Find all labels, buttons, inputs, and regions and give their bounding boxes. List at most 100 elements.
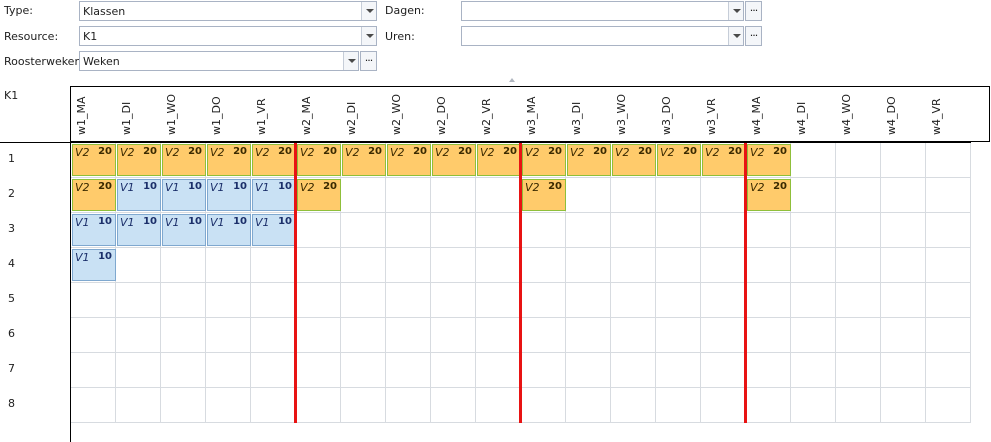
splitter-up-arrow-icon[interactable] <box>509 78 515 82</box>
lesson-name: V1 <box>165 181 180 194</box>
resource-select[interactable]: K1 <box>79 26 377 46</box>
lesson-name: V1 <box>75 216 90 229</box>
lesson-block[interactable]: V2 20 <box>342 144 386 176</box>
lesson-block[interactable]: V1 10 <box>207 179 251 211</box>
lesson-count: 10 <box>143 181 157 192</box>
lesson-count: 20 <box>413 146 427 157</box>
lesson-block[interactable]: V2 20 <box>252 144 296 176</box>
lesson-block[interactable]: V2 20 <box>432 144 476 176</box>
dagen-select[interactable]: ... <box>461 1 762 21</box>
lesson-block[interactable]: V1 10 <box>252 214 296 246</box>
row-header-8: 8 <box>8 397 15 410</box>
chevron-down-icon[interactable] <box>361 2 376 20</box>
column-header-w4_di: w4_DI <box>791 87 836 141</box>
lesson-block[interactable]: V1 10 <box>117 214 161 246</box>
lesson-block[interactable]: V2 20 <box>567 144 611 176</box>
chevron-down-icon[interactable] <box>728 27 743 45</box>
lesson-block[interactable]: V2 20 <box>387 144 431 176</box>
lesson-block[interactable]: V2 20 <box>117 144 161 176</box>
lesson-count: 20 <box>728 146 742 157</box>
schedule-grid[interactable]: V2 20 V2 20 V2 20 V2 20 V2 20 V2 20 V2 20 V2 20 V2 20 V2 20… <box>71 142 971 423</box>
lesson-block[interactable]: V2 20 <box>747 179 791 211</box>
grid-column-line <box>430 143 431 423</box>
lesson-count: 10 <box>188 181 202 192</box>
lesson-block[interactable]: V2 20 <box>477 144 521 176</box>
lesson-block[interactable]: V1 10 <box>117 179 161 211</box>
week-separator <box>744 143 747 423</box>
column-header-w4_ma: w4_MA <box>746 87 791 141</box>
grid-column-line <box>700 143 701 423</box>
lesson-count: 20 <box>323 146 337 157</box>
lesson-name: V1 <box>210 181 225 194</box>
lesson-name: V2 <box>705 146 720 159</box>
lesson-block[interactable]: V2 20 <box>657 144 701 176</box>
column-header-label: w4_WO <box>840 93 853 135</box>
column-header-w1_vr: w1_VR <box>251 87 296 141</box>
lesson-block[interactable]: V2 20 <box>747 144 791 176</box>
lesson-name: V1 <box>75 251 90 264</box>
lesson-block[interactable]: V1 10 <box>162 214 206 246</box>
lesson-count: 20 <box>143 146 157 157</box>
column-header-label: w4_DI <box>795 101 808 135</box>
grid-column-line <box>970 143 971 423</box>
lesson-block[interactable]: V2 20 <box>207 144 251 176</box>
grid-column-line <box>880 143 881 423</box>
column-header-label: w2_DI <box>345 101 358 135</box>
uren-more-button[interactable]: ... <box>745 26 762 46</box>
lesson-count: 10 <box>233 181 247 192</box>
roosterweken-label: Roosterweken: <box>4 55 86 68</box>
lesson-name: V2 <box>255 146 270 159</box>
lesson-block[interactable]: V1 10 <box>207 214 251 246</box>
lesson-block[interactable]: V1 10 <box>72 249 116 281</box>
column-header-label: w3_VR <box>705 98 718 135</box>
row-header-2: 2 <box>8 187 15 200</box>
chevron-down-icon[interactable] <box>343 52 358 70</box>
resource-label: Resource: <box>4 30 59 43</box>
lesson-count: 10 <box>188 216 202 227</box>
lesson-count: 20 <box>683 146 697 157</box>
lesson-block[interactable]: V2 20 <box>162 144 206 176</box>
lesson-block[interactable]: V2 20 <box>297 179 341 211</box>
lesson-name: V2 <box>525 146 540 159</box>
uren-label: Uren: <box>385 30 415 43</box>
lesson-block[interactable]: V2 20 <box>702 144 746 176</box>
lesson-name: V2 <box>390 146 405 159</box>
lesson-block[interactable]: V1 10 <box>72 214 116 246</box>
resource-title: K1 <box>4 89 19 102</box>
lesson-name: V2 <box>75 146 90 159</box>
lesson-block[interactable]: V2 20 <box>297 144 341 176</box>
lesson-name: V2 <box>750 146 765 159</box>
lesson-block[interactable]: V2 20 <box>612 144 656 176</box>
lesson-name: V2 <box>345 146 360 159</box>
roosterweken-more-button[interactable]: ... <box>360 51 377 71</box>
lesson-name: V1 <box>120 181 135 194</box>
chevron-down-icon[interactable] <box>728 2 743 20</box>
column-header-label: w2_MA <box>300 96 313 135</box>
lesson-block[interactable]: V2 20 <box>72 144 116 176</box>
lesson-block[interactable]: V2 20 <box>72 179 116 211</box>
lesson-count: 10 <box>98 216 112 227</box>
lesson-name: V1 <box>255 216 270 229</box>
lesson-name: V2 <box>615 146 630 159</box>
type-select[interactable]: Klassen <box>79 1 377 21</box>
lesson-name: V2 <box>525 181 540 194</box>
type-select-value: Klassen <box>83 5 126 18</box>
dagen-label: Dagen: <box>385 4 425 17</box>
lesson-block[interactable]: V1 10 <box>162 179 206 211</box>
dagen-more-button[interactable]: ... <box>745 1 762 21</box>
column-header-w3_do: w3_DO <box>656 87 701 141</box>
column-header-label: w4_DO <box>885 96 898 135</box>
grid-column-line <box>610 143 611 423</box>
column-header-label: w3_DO <box>660 96 673 135</box>
lesson-count: 10 <box>278 181 292 192</box>
roosterweken-select[interactable]: Weken ... <box>79 51 377 71</box>
lesson-block[interactable]: V2 20 <box>522 179 566 211</box>
lesson-block[interactable]: V2 20 <box>522 144 566 176</box>
lesson-count: 20 <box>278 146 292 157</box>
uren-select[interactable]: ... <box>461 26 762 46</box>
lesson-block[interactable]: V1 10 <box>252 179 296 211</box>
lesson-name: V1 <box>165 216 180 229</box>
row-header-5: 5 <box>8 292 15 305</box>
lesson-name: V2 <box>750 181 765 194</box>
chevron-down-icon[interactable] <box>361 27 376 45</box>
